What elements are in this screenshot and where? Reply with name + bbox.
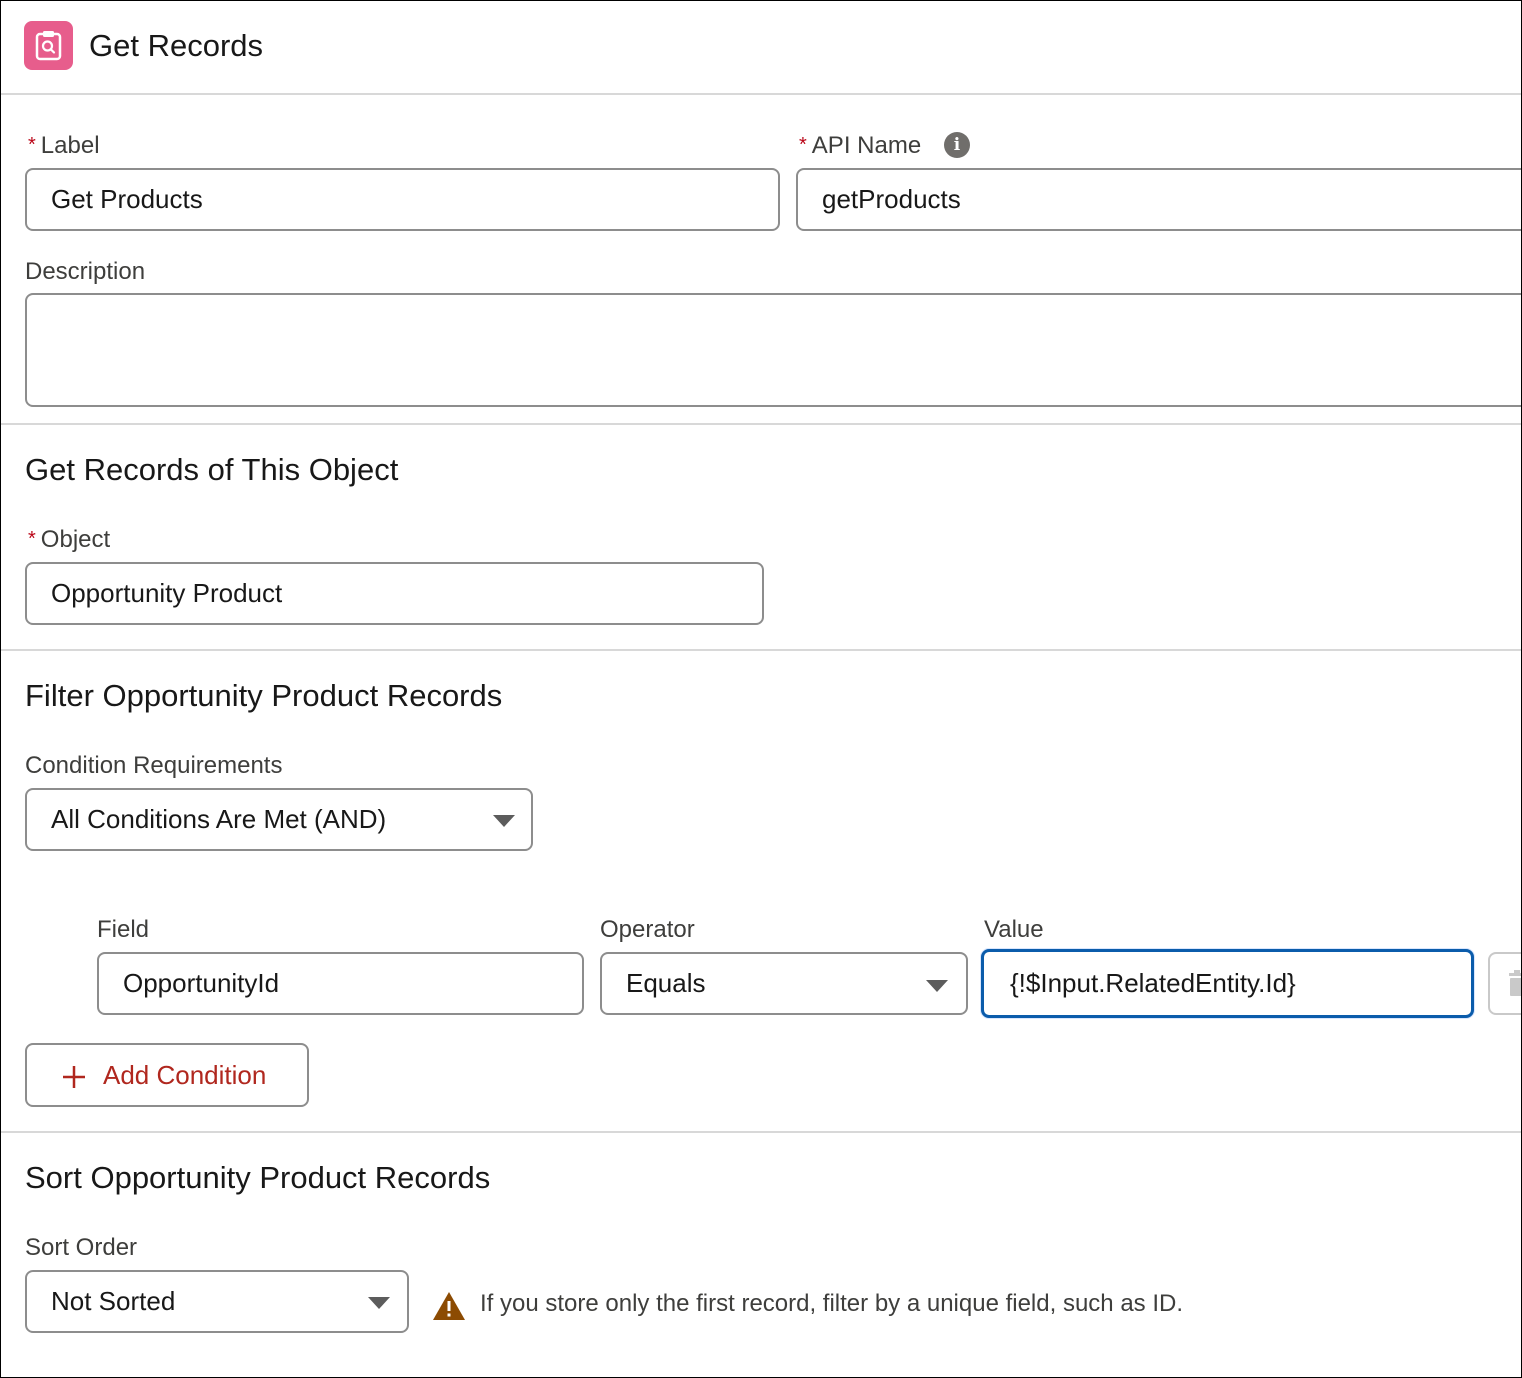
delete-condition-button[interactable] — [1488, 952, 1521, 1015]
sort-section-heading: Sort Opportunity Product Records — [25, 1160, 491, 1195]
label-input[interactable]: Get Products — [25, 168, 780, 231]
label-field-label: * Label — [28, 132, 100, 159]
filter-section-heading: Filter Opportunity Product Records — [25, 678, 503, 713]
add-condition-button[interactable]: Add Condition — [25, 1043, 309, 1107]
object-input[interactable]: Opportunity Product — [25, 562, 764, 625]
section-divider — [1, 649, 1521, 651]
warning-text: If you store only the first record, filt… — [480, 1290, 1183, 1317]
chevron-down-icon — [368, 1297, 390, 1309]
section-divider — [1, 1131, 1521, 1133]
info-icon[interactable]: i — [944, 132, 970, 158]
api-name-input[interactable]: getProducts — [796, 168, 1521, 231]
value-column-label: Value — [984, 916, 1044, 943]
description-label: Description — [25, 258, 146, 285]
sort-order-value: Not Sorted — [51, 1286, 176, 1316]
page-title: Get Records — [89, 28, 264, 63]
object-section-heading: Get Records of This Object — [25, 452, 399, 487]
api-name-field-label: * API Name — [799, 132, 922, 159]
condition-field-input[interactable]: OpportunityId — [97, 952, 584, 1015]
condition-operator-value: Equals — [626, 968, 706, 998]
field-column-label: Field — [97, 916, 150, 943]
condition-requirements-select[interactable]: All Conditions Are Met (AND) — [25, 788, 533, 851]
get-records-icon — [24, 21, 73, 70]
section-divider — [1, 423, 1521, 425]
add-icon — [63, 1066, 85, 1088]
description-textarea[interactable] — [25, 293, 1521, 407]
chevron-down-icon — [493, 815, 515, 827]
operator-column-label: Operator — [600, 916, 695, 943]
chevron-down-icon — [926, 980, 948, 992]
object-field-label: * Object — [28, 526, 111, 553]
get-records-panel: Get Records * Label Get Products * API Nam… — [0, 0, 1522, 1378]
header-divider — [1, 93, 1521, 95]
condition-value-input[interactable]: {!$Input.RelatedEntity.Id} — [981, 949, 1474, 1018]
condition-requirements-label: Condition Requirements — [25, 752, 283, 779]
condition-requirements-value: All Conditions Are Met (AND) — [51, 804, 387, 834]
trash-icon — [1509, 970, 1521, 996]
add-condition-label: Add Condition — [103, 1060, 267, 1090]
sort-order-select[interactable]: Not Sorted — [25, 1270, 409, 1333]
warning-icon — [433, 1292, 465, 1320]
condition-operator-select[interactable]: Equals — [600, 952, 968, 1015]
sort-order-label: Sort Order — [25, 1234, 138, 1261]
